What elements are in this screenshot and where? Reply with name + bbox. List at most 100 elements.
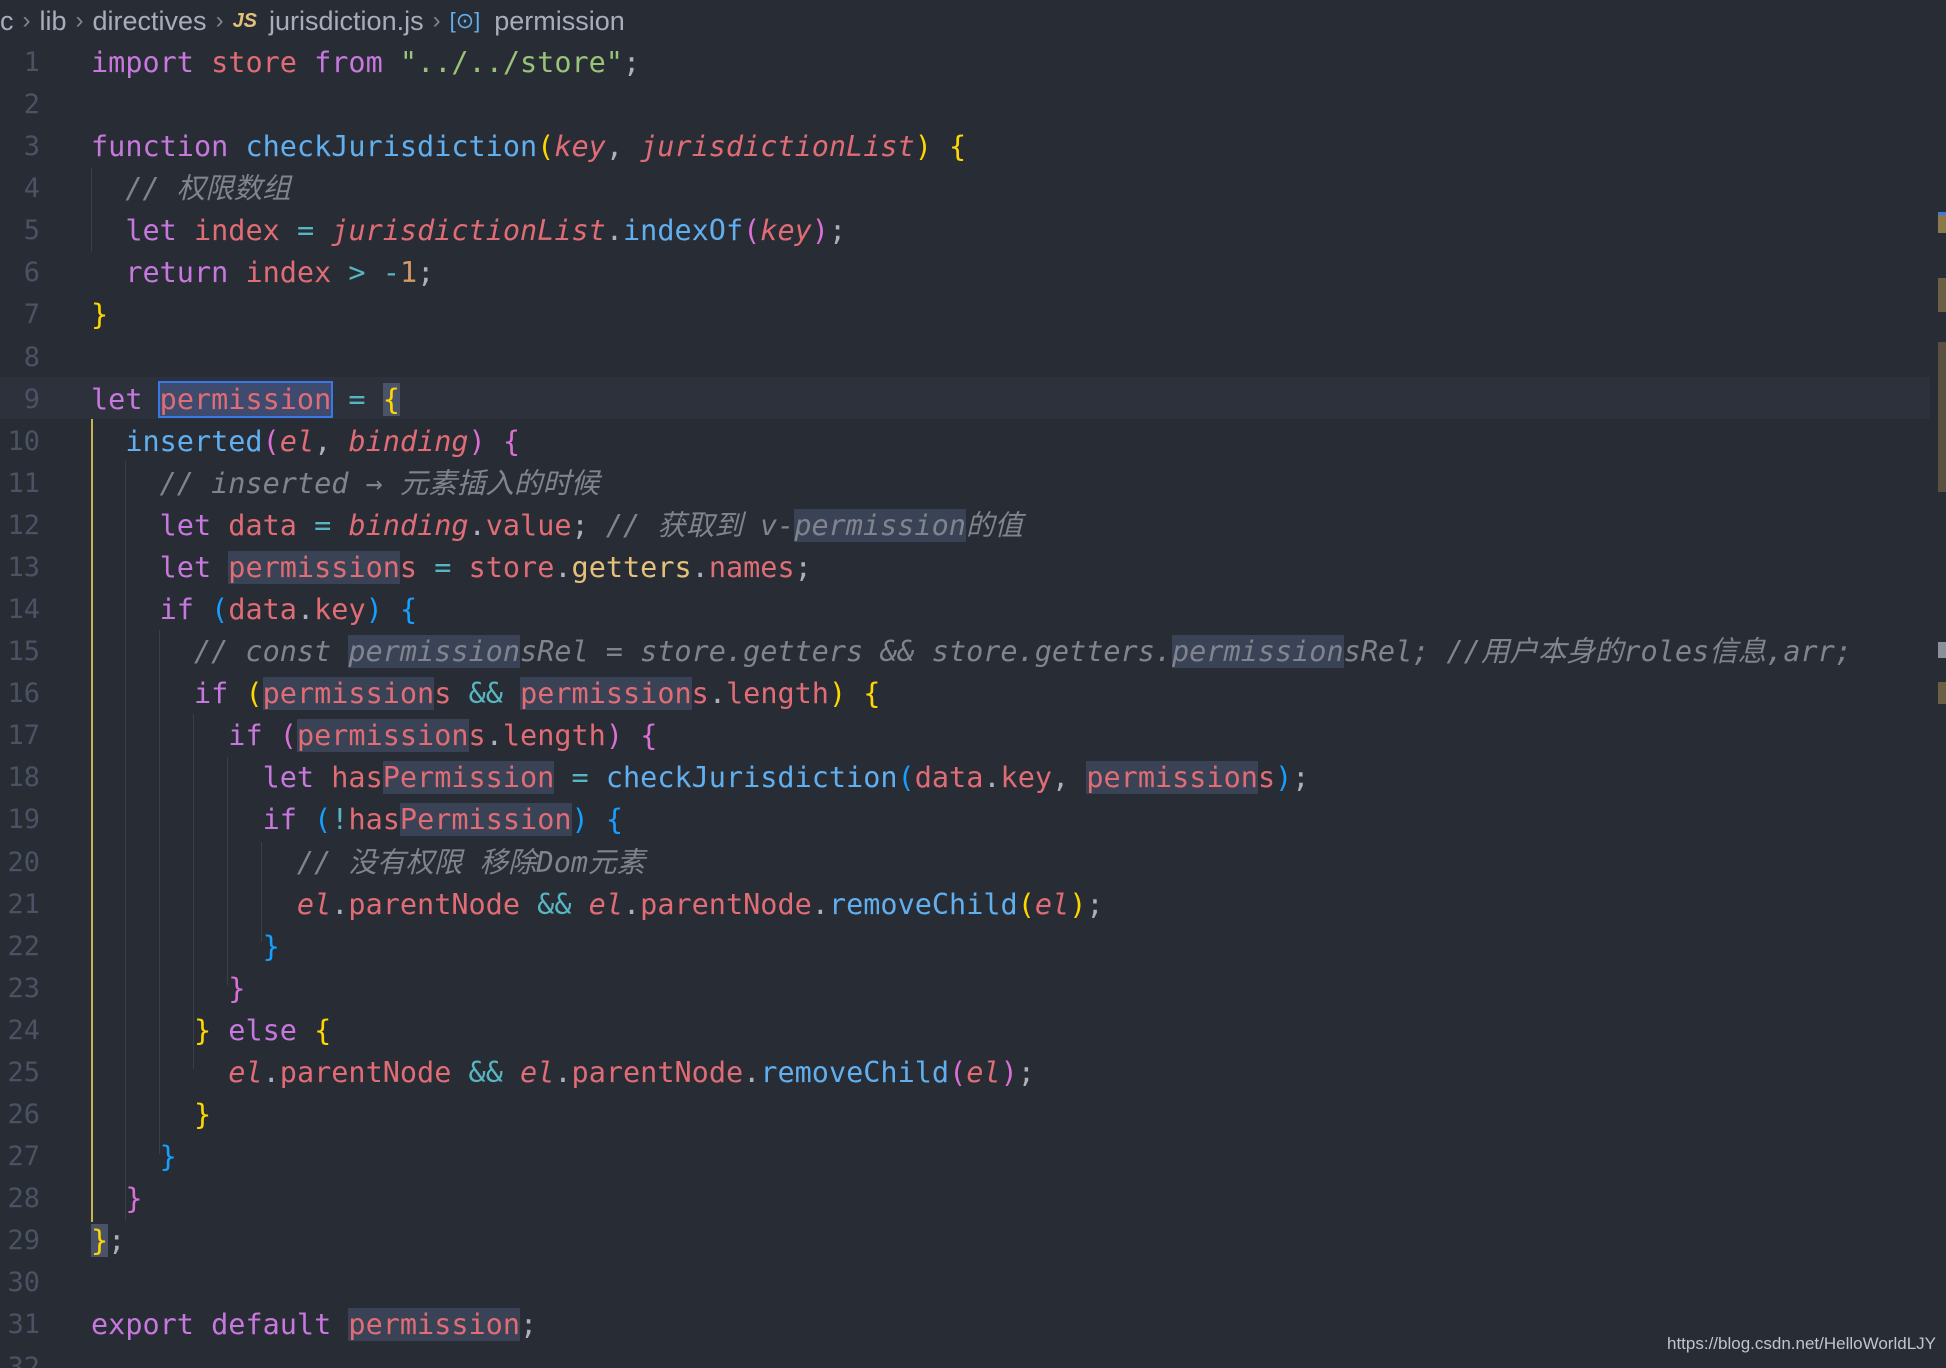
code-line[interactable]: 22 } [0, 926, 1930, 968]
code-token: } [91, 298, 109, 332]
code-line[interactable]: 30 [0, 1262, 1930, 1304]
code-line[interactable]: 8 [0, 337, 1930, 379]
code-line[interactable]: 6 return index > -1; [0, 252, 1930, 294]
code-token: ( [211, 593, 229, 627]
line-number: 25 [7, 1056, 40, 1088]
code-token: { [640, 719, 658, 753]
code-line[interactable]: 21 el.parentNode && el.parentNode.remove… [0, 884, 1930, 926]
code-line[interactable]: 25 el.parentNode && el.parentNode.remove… [0, 1052, 1930, 1094]
code-token: "../../store" [399, 46, 623, 79]
code-token: key [1000, 761, 1053, 795]
code-token: { [605, 803, 624, 837]
code-line[interactable]: 15 // const permissionsRel = store.gette… [0, 631, 1930, 673]
code-line[interactable]: 14 if (data.key) { [0, 589, 1930, 631]
code-line[interactable]: 27 } [0, 1136, 1930, 1178]
code-line[interactable]: 19 if (!hasPermission) { [0, 799, 1930, 841]
code-text: } [91, 1094, 211, 1136]
code-line[interactable]: 10 inserted(el, binding) { [0, 421, 1930, 463]
breadcrumb-item[interactable]: permission [494, 6, 625, 37]
code-token: binding [348, 424, 469, 458]
breadcrumb-item[interactable]: lib [40, 6, 67, 37]
code-token: el [966, 1055, 1001, 1089]
code-line[interactable]: 26 } [0, 1094, 1930, 1136]
code-text: el.parentNode && el.parentNode.removeChi… [91, 884, 1104, 926]
breadcrumb-item[interactable]: jurisdiction.js [269, 6, 424, 37]
breadcrumb-item[interactable]: c [0, 6, 14, 37]
code-token: key [554, 130, 606, 164]
code-token: value [485, 508, 572, 542]
code-token: checkJurisdiction [245, 130, 538, 164]
line-number: 2 [23, 89, 40, 121]
code-line[interactable]: 2 [0, 84, 1930, 126]
code-token: . [743, 1055, 761, 1089]
code-token: ) [605, 719, 624, 753]
line-number: 1 [23, 47, 40, 78]
code-editor[interactable]: 1 import store from "../../store"; 2 3 funct… [0, 42, 1946, 1368]
code-token: from [314, 46, 383, 79]
code-text: } [91, 1178, 142, 1220]
code-line[interactable]: 13 let permissions = store.getters.names… [0, 547, 1930, 589]
line-number: 14 [7, 594, 40, 626]
line-number: 15 [7, 636, 40, 668]
code-line[interactable]: 18 let hasPermission = checkJurisdiction… [0, 757, 1930, 799]
breadcrumb-separator-icon: › [432, 7, 441, 34]
code-token: s [1257, 761, 1276, 795]
code-token: export [91, 1308, 194, 1342]
code-line[interactable]: 3 function checkJurisdiction(key, jurisdi… [0, 126, 1930, 168]
code-token: if [262, 803, 297, 837]
code-line[interactable]: 5 let index = jurisdictionList.indexOf(k… [0, 210, 1930, 252]
code-line[interactable]: 20 // 没有权限 移除Dom元素 [0, 842, 1930, 884]
code-line[interactable]: 11 // inserted → 元素插入的时候 [0, 463, 1930, 505]
line-number: 11 [7, 467, 40, 499]
code-line[interactable]: 31 export default permission; [0, 1304, 1930, 1346]
code-token: else [228, 1013, 297, 1047]
breadcrumb-item[interactable]: directives [93, 6, 207, 37]
code-line[interactable]: 24 } else { [0, 1010, 1930, 1052]
code-token: Permission [382, 761, 555, 795]
code-token: . [605, 214, 624, 248]
code-line[interactable]: 1 import store from "../../store"; [0, 42, 1930, 84]
code-token: jurisdictionList [331, 214, 606, 248]
breadcrumb-separator-icon: › [215, 7, 224, 34]
code-text: inserted(el, binding) { [91, 421, 520, 463]
code-line[interactable]: 23 } [0, 968, 1930, 1010]
code-line[interactable]: 16 if (permissions && permissions.length… [0, 673, 1930, 715]
code-line[interactable]: 12 let data = binding.value; // 获取到 v-pe… [0, 505, 1930, 547]
code-token: } [193, 1013, 212, 1047]
code-text: let hasPermission = checkJurisdiction(da… [91, 757, 1309, 799]
code-token: removeChild [760, 1055, 950, 1089]
code-token: 1 [399, 256, 418, 290]
code-token: ( [743, 214, 761, 248]
code-line[interactable]: 32 [0, 1347, 1930, 1368]
code-line[interactable]: 17 if (permissions.length) { [0, 715, 1930, 757]
code-token: > [348, 256, 366, 290]
code-token: = [348, 382, 366, 416]
code-token: has [331, 761, 383, 795]
code-line[interactable]: 9 let permission = { [0, 379, 1930, 421]
line-number: 28 [7, 1183, 40, 1215]
code-token: permission [348, 635, 520, 669]
code-token: el [279, 424, 315, 458]
code-token: has [348, 803, 400, 837]
code-line[interactable]: 7} [0, 294, 1930, 336]
code-token: let [262, 761, 315, 795]
code-line[interactable]: 4 // 权限数组 [0, 168, 1930, 210]
code-line[interactable]: 28 } [0, 1178, 1930, 1220]
code-token: if [228, 719, 263, 753]
line-number: 27 [7, 1141, 40, 1173]
code-line[interactable]: 29}; [0, 1220, 1930, 1262]
